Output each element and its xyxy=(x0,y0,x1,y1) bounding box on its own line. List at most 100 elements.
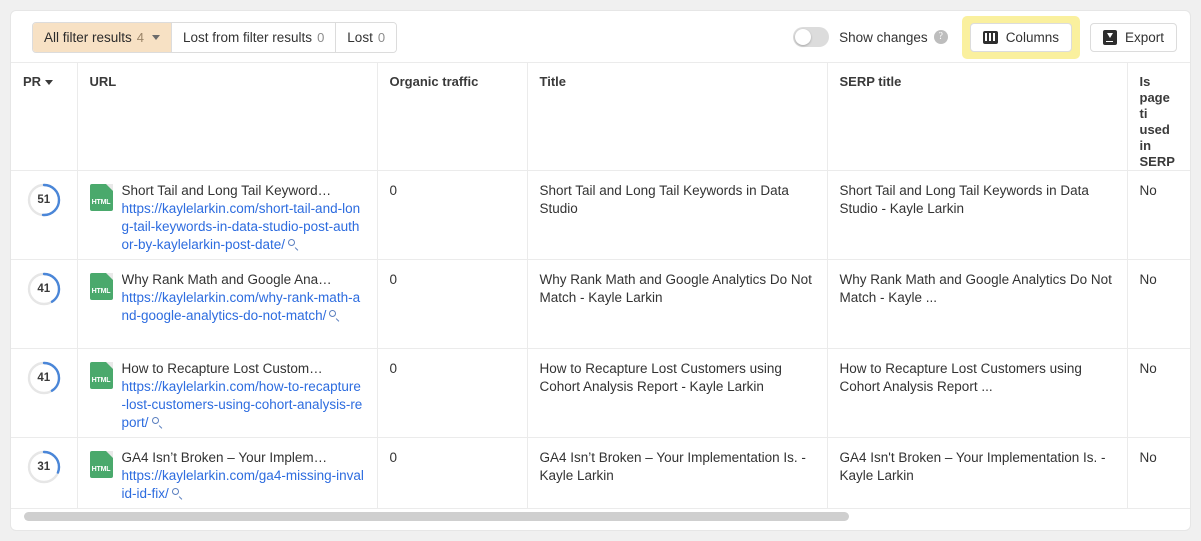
page-title-truncated: Why Rank Math and Google Ana… xyxy=(121,272,332,287)
table-header-row: PR URL Organic traffic Title SERP title … xyxy=(11,63,1190,171)
html-file-icon-label: HTML xyxy=(91,288,111,295)
filter-tab-lost[interactable]: Lost 0 xyxy=(336,23,397,52)
page-url-text: https://kaylelarkin.com/ga4-missing-inva… xyxy=(121,468,364,501)
filter-tab-count: 4 xyxy=(136,30,145,45)
pr-value: 31 xyxy=(37,461,51,473)
pr-value: 51 xyxy=(37,194,51,206)
cell-url: HTML Short Tail and Long Tail Keyword… h… xyxy=(77,170,378,260)
cell-pr: 41 xyxy=(11,259,78,349)
results-table-container: PR URL Organic traffic Title SERP title … xyxy=(11,62,1190,530)
page-url-text: https://kaylelarkin.com/why-rank-math-an… xyxy=(121,290,361,323)
toolbar-actions: Show changes ? Columns Export xyxy=(793,15,1177,59)
pr-gauge: 41 xyxy=(27,361,61,395)
show-changes-toggle[interactable] xyxy=(793,27,830,47)
html-file-icon: HTML xyxy=(89,273,113,300)
pr-gauge: 51 xyxy=(27,183,61,217)
pr-value: 41 xyxy=(37,372,51,384)
cell-title: How to Recapture Lost Customers using Co… xyxy=(527,348,828,438)
screenshot-root: All filter results 4 Lost from filter re… xyxy=(0,0,1201,541)
cell-is-page-title-used-in-serp: No xyxy=(1127,170,1190,260)
cell-title: Why Rank Math and Google Analytics Do No… xyxy=(527,259,828,349)
cell-url: HTML GA4 Isn’t Broken – Your Implem… htt… xyxy=(77,437,378,509)
column-header-title[interactable]: Title xyxy=(527,63,828,171)
cell-serp-title: Short Tail and Long Tail Keywords in Dat… xyxy=(827,170,1128,260)
cell-pr: 51 xyxy=(11,170,78,260)
pr-gauge: 31 xyxy=(27,450,61,484)
cell-is-page-title-used-in-serp: No xyxy=(1127,259,1190,349)
column-header-is-page-title-used-in-serp[interactable]: Is page ti used in SERP xyxy=(1127,63,1190,171)
html-file-icon: HTML xyxy=(89,362,113,389)
help-icon[interactable]: ? xyxy=(933,30,948,44)
results-table: PR URL Organic traffic Title SERP title … xyxy=(11,63,1190,509)
filter-tab-count: 0 xyxy=(317,30,325,45)
toolbar: All filter results 4 Lost from filter re… xyxy=(11,11,1190,62)
table-row[interactable]: 41 HTML Why Rank Math and Google Ana… ht… xyxy=(11,259,1190,349)
filter-tab-count: 0 xyxy=(377,30,386,45)
cell-serp-title: GA4 Isn't Broken – Your Implementation I… xyxy=(827,437,1128,509)
pr-gauge: 41 xyxy=(27,272,61,306)
horizontal-scrollbar[interactable] xyxy=(11,509,1190,523)
cell-url: HTML Why Rank Math and Google Ana… https… xyxy=(77,259,378,349)
columns-button-highlight: Columns xyxy=(961,15,1080,59)
chevron-down-icon[interactable] xyxy=(152,35,161,40)
table-header: PR URL Organic traffic Title SERP title … xyxy=(11,63,1190,171)
cell-organic-traffic: 0 xyxy=(377,170,528,260)
cell-is-page-title-used-in-serp: No xyxy=(1127,348,1190,438)
page-url-link[interactable]: https://kaylelarkin.com/why-rank-math-an… xyxy=(122,289,365,325)
page-url-link[interactable]: https://kaylelarkin.com/ga4-missing-inva… xyxy=(122,467,365,503)
column-header-serp-title[interactable]: SERP title xyxy=(827,63,1128,171)
page-url-link[interactable]: https://kaylelarkin.com/short-tail-and-l… xyxy=(122,200,365,254)
html-file-icon-label: HTML xyxy=(91,466,111,473)
horizontal-scrollbar-thumb[interactable] xyxy=(24,512,849,521)
export-icon xyxy=(1102,29,1117,45)
column-header-organic-traffic[interactable]: Organic traffic xyxy=(377,63,528,171)
showing-count-label: Showing 4 of 4 xyxy=(11,523,1190,530)
filter-tab-label: All filter results xyxy=(44,30,132,45)
page-title-truncated: GA4 Isn’t Broken – Your Implem… xyxy=(121,450,328,465)
search-icon[interactable] xyxy=(171,488,183,499)
filter-tab-label: Lost xyxy=(347,30,373,45)
table-row[interactable]: 31 HTML GA4 Isn’t Broken – Your Implem… xyxy=(11,437,1190,509)
cell-title: GA4 Isn’t Broken – Your Implementation I… xyxy=(527,437,828,509)
cell-serp-title: Why Rank Math and Google Analytics Do No… xyxy=(827,259,1128,349)
html-file-icon-label: HTML xyxy=(91,199,111,206)
cell-title: Short Tail and Long Tail Keywords in Dat… xyxy=(527,170,828,260)
html-file-icon: HTML xyxy=(89,184,113,211)
cell-organic-traffic: 0 xyxy=(377,348,528,438)
table-row[interactable]: 41 HTML How to Recapture Lost Custom… ht… xyxy=(11,348,1190,438)
search-icon[interactable] xyxy=(288,239,299,250)
html-file-icon-label: HTML xyxy=(91,377,111,384)
cell-is-page-title-used-in-serp: No xyxy=(1127,437,1190,509)
cell-serp-title: How to Recapture Lost Customers using Co… xyxy=(827,348,1128,438)
pr-value: 41 xyxy=(37,283,51,295)
column-header-pr[interactable]: PR xyxy=(11,63,78,171)
table-row[interactable]: 51 HTML Short Tail and Long Tail Keyword… xyxy=(11,170,1190,260)
page-title-truncated: Short Tail and Long Tail Keyword… xyxy=(121,183,332,198)
page-url-link[interactable]: https://kaylelarkin.com/how-to-recapture… xyxy=(122,378,365,432)
columns-button-label: Columns xyxy=(1005,29,1059,45)
columns-button[interactable]: Columns xyxy=(969,22,1072,52)
table-body: 51 HTML Short Tail and Long Tail Keyword… xyxy=(11,170,1190,509)
column-header-pr-label: PR xyxy=(23,74,42,89)
column-header-url[interactable]: URL xyxy=(77,63,378,171)
filter-tab-all-filter-results[interactable]: All filter results 4 xyxy=(33,23,173,52)
search-icon[interactable] xyxy=(151,417,163,428)
filter-tab-group: All filter results 4 Lost from filter re… xyxy=(32,22,398,53)
cell-organic-traffic: 0 xyxy=(377,259,528,349)
columns-icon xyxy=(982,30,998,44)
cell-pr: 31 xyxy=(11,437,78,509)
results-panel: All filter results 4 Lost from filter re… xyxy=(10,10,1191,531)
cell-organic-traffic: 0 xyxy=(377,437,528,509)
export-button[interactable]: Export xyxy=(1089,22,1177,52)
sort-descending-icon xyxy=(45,79,54,85)
search-icon[interactable] xyxy=(329,310,340,321)
page-url-text: https://kaylelarkin.com/short-tail-and-l… xyxy=(121,201,361,252)
html-file-icon: HTML xyxy=(89,451,113,478)
show-changes-label: Show changes xyxy=(839,29,928,45)
cell-pr: 41 xyxy=(11,348,78,438)
toggle-knob xyxy=(795,29,812,45)
cell-url: HTML How to Recapture Lost Custom… https… xyxy=(77,348,378,438)
filter-tab-label: Lost from filter results xyxy=(183,30,313,45)
filter-tab-lost-from-filter-results[interactable]: Lost from filter results 0 xyxy=(172,23,337,52)
page-title-truncated: How to Recapture Lost Custom… xyxy=(121,361,323,376)
